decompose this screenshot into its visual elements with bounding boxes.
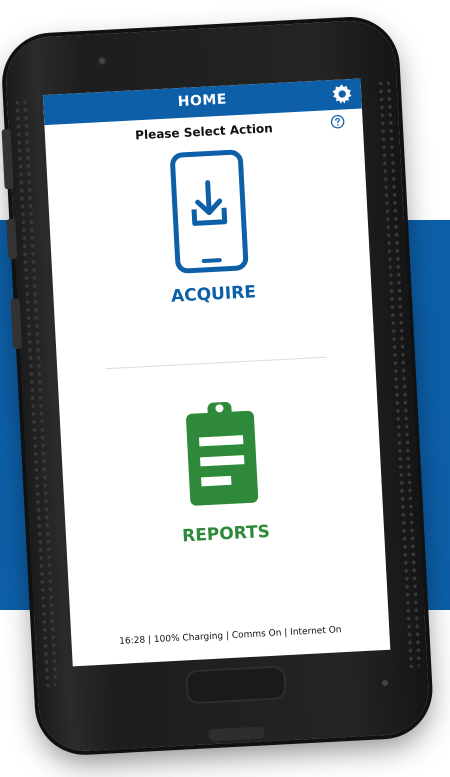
handheld-device: HOME Please Select Action ACQUIRE REPORT…: [1, 18, 431, 754]
acquire-label: ACQUIRE: [170, 282, 257, 307]
gear-icon[interactable]: [331, 83, 354, 106]
side-button-bottom[interactable]: [10, 298, 23, 350]
front-camera: [96, 55, 108, 67]
help-icon[interactable]: [330, 114, 345, 129]
reports-label: REPORTS: [181, 521, 271, 547]
side-button-middle[interactable]: [6, 218, 18, 260]
page-title: HOME: [177, 91, 228, 111]
side-button-top[interactable]: [1, 128, 14, 190]
reports-button[interactable]: REPORTS: [119, 391, 329, 591]
device-screen: HOME Please Select Action ACQUIRE REPORT…: [42, 78, 391, 667]
bottom-port: [208, 726, 265, 742]
divider: [105, 356, 327, 370]
acquire-button[interactable]: ACQUIRE: [106, 145, 315, 335]
home-key[interactable]: [185, 665, 287, 705]
clipboard-icon: [186, 402, 259, 506]
device-wrap: HOME Please Select Action ACQUIRE REPORT…: [0, 0, 450, 777]
phone-download-icon: [170, 149, 249, 274]
sensor: [381, 679, 389, 687]
status-bar: 16:28 | 100% Charging | Comms On | Inter…: [119, 625, 342, 647]
